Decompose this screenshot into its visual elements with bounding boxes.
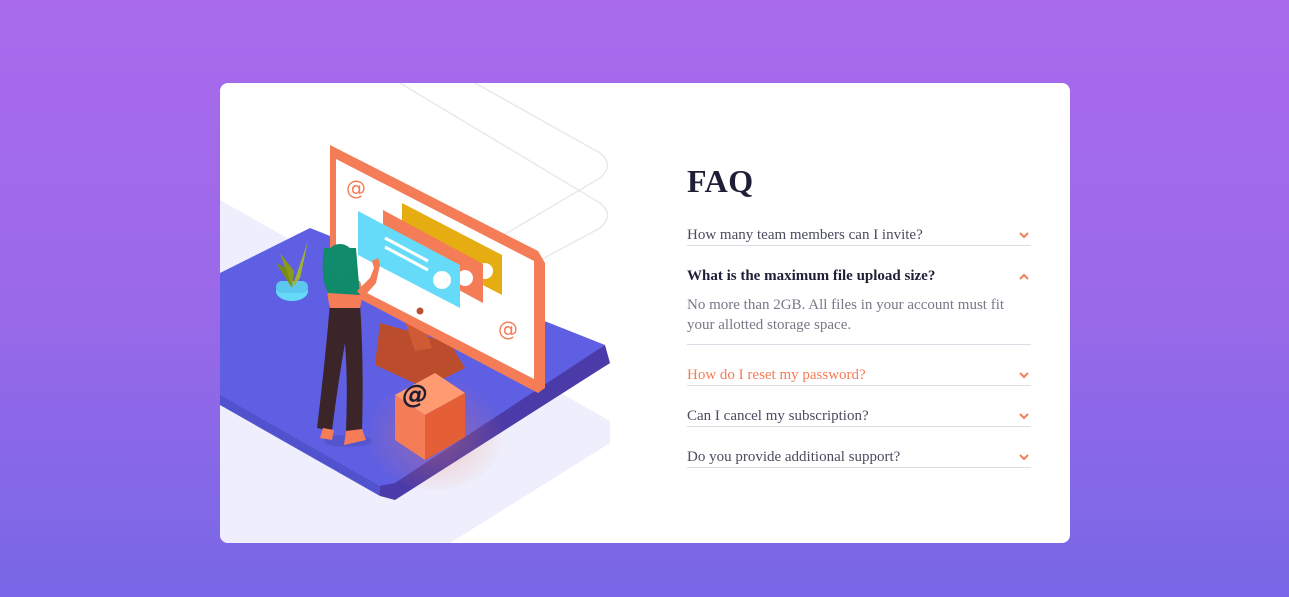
svg-text:@: @: [498, 317, 518, 341]
faq-question-button[interactable]: What is the maximum file upload size?: [687, 268, 1031, 286]
faq-title: FAQ: [687, 163, 754, 199]
illustration-panel: @ @ @: [220, 83, 690, 543]
faq-question-text: What is the maximum file upload size?: [687, 268, 936, 284]
faq-question-text: How many team members can I invite?: [687, 227, 923, 243]
faq-question-button[interactable]: How many team members can I invite?: [687, 227, 1031, 245]
faq-item: Can I cancel my subscription?: [687, 408, 1031, 427]
chevron-down-icon: [1019, 454, 1029, 461]
faq-question-button[interactable]: Can I cancel my subscription?: [687, 408, 1031, 426]
faq-question-text: How do I reset my password?: [687, 367, 866, 383]
chevron-down-icon: [1019, 372, 1029, 379]
faq-item: What is the maximum file upload size? No…: [687, 268, 1031, 345]
svg-text:@: @: [346, 176, 366, 200]
faq-question-button[interactable]: How do I reset my password?: [687, 367, 1031, 385]
faq-card: @ @ @ FAQ How many team members can I in…: [220, 83, 1070, 543]
faq-question-text: Do you provide additional support?: [687, 449, 901, 465]
chevron-down-icon: [1019, 232, 1029, 239]
faq-item: Do you provide additional support?: [687, 449, 1031, 468]
faq-item: How do I reset my password?: [687, 367, 1031, 386]
faq-question-button[interactable]: Do you provide additional support?: [687, 449, 1031, 467]
faq-section: FAQ How many team members can I invite? …: [687, 165, 1031, 490]
faq-item: How many team members can I invite?: [687, 227, 1031, 246]
chevron-up-icon: [1019, 273, 1029, 280]
chevron-down-icon: [1019, 413, 1029, 420]
faq-answer: No more than 2GB. All files in your acco…: [687, 297, 1005, 333]
at-sign-box-icon: @: [365, 370, 505, 490]
faq-question-text: Can I cancel my subscription?: [687, 408, 869, 424]
svg-text:@: @: [399, 380, 430, 410]
